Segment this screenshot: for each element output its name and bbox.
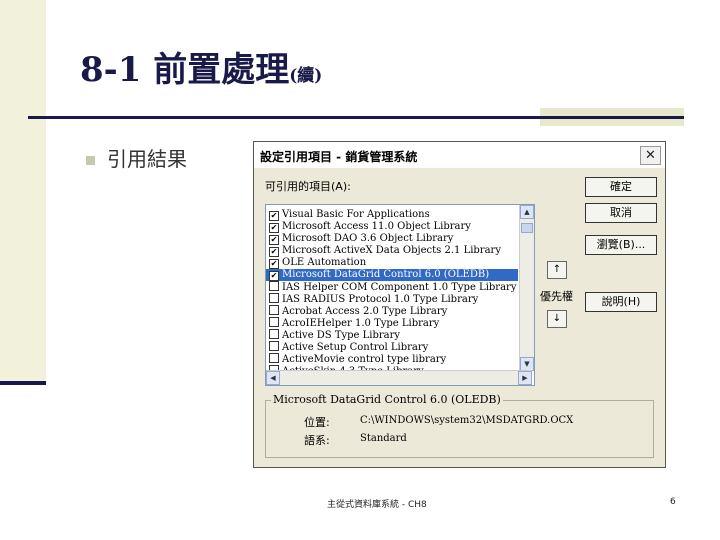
dialog-title: 設定引用項目 - 銷貨管理系統 — [260, 150, 418, 164]
slide-title-main: 8-1 前置處理 — [80, 50, 290, 90]
location-value: C:\WINDOWS\system32\MSDATGRD.OCX — [360, 415, 574, 426]
language-label: 語系: — [304, 434, 330, 447]
ok-button[interactable]: 確定 — [585, 177, 657, 197]
slide-title-suffix: (續) — [289, 66, 323, 86]
checkbox-checked-icon[interactable]: ✔ — [269, 235, 279, 245]
reference-item-label: Acrobat Access 2.0 Type Library — [282, 306, 448, 317]
browse-button[interactable]: 瀏覽(B)... — [585, 235, 657, 255]
left-decor-bar-edge — [0, 381, 46, 385]
references-listbox[interactable]: ✔ Visual Basic For Applications ✔ Microsoft… — [265, 204, 535, 386]
available-references-label: 可引用的項目(A): — [265, 180, 351, 193]
priority-label: 優先權 — [540, 290, 573, 303]
reference-item-label: Visual Basic For Applications — [282, 209, 430, 220]
reference-list-item[interactable]: ✔ Microsoft DAO 3.6 Object Library — [266, 233, 518, 245]
checkbox-checked-icon[interactable]: ✔ — [269, 247, 279, 257]
list-horizontal-scrollbar[interactable]: ◀ ▶ — [266, 370, 532, 385]
reference-list-item[interactable]: ✔ OLE Automation — [266, 257, 518, 269]
left-decor-bar — [0, 0, 46, 385]
reference-list-item[interactable]: Active DS Type Library — [266, 329, 518, 341]
dialog-title-bar: 設定引用項目 - 銷貨管理系統 ✕ — [254, 142, 665, 168]
reference-list-item[interactable]: IAS RADIUS Protocol 1.0 Type Library — [266, 293, 518, 305]
reference-details-title: Microsoft DataGrid Control 6.0 (OLEDB) — [271, 393, 503, 406]
location-label: 位置: — [304, 416, 330, 429]
checkbox-unchecked-icon[interactable] — [269, 317, 279, 327]
bullet-item: 引用結果 — [86, 143, 187, 172]
checkbox-checked-icon[interactable]: ✔ — [269, 211, 279, 221]
priority-up-button[interactable]: ↑ — [547, 261, 567, 279]
checkbox-unchecked-icon[interactable] — [269, 293, 279, 303]
language-value: Standard — [360, 433, 407, 444]
reference-list-item[interactable]: Acrobat Access 2.0 Type Library — [266, 305, 518, 317]
reference-item-label: Active DS Type Library — [282, 330, 401, 341]
priority-down-button[interactable]: ↓ — [547, 310, 567, 328]
dialog-close-button[interactable]: ✕ — [640, 146, 661, 165]
scroll-up-icon[interactable]: ▲ — [520, 205, 534, 219]
title-rule — [28, 116, 684, 119]
reference-item-label: ActiveMovie control type library — [282, 354, 447, 365]
reference-list-item[interactable]: ✔ Microsoft Access 11.0 Object Library — [266, 221, 518, 233]
slide-footer: 主從式資料庫系統 - CH8 — [327, 500, 427, 510]
bullet-text: 引用結果 — [107, 147, 187, 171]
scroll-left-icon[interactable]: ◀ — [266, 371, 280, 385]
reference-item-label: OLE Automation — [282, 257, 367, 268]
reference-list-item[interactable]: ✔ Microsoft ActiveX Data Objects 2.1 Libr… — [266, 245, 518, 257]
references-dialog: 設定引用項目 - 銷貨管理系統 ✕ 可引用的項目(A): ✔ Visual Bas… — [253, 141, 666, 468]
reference-item-label: Microsoft ActiveX Data Objects 2.1 Libra… — [282, 245, 501, 256]
checkbox-checked-icon[interactable]: ✔ — [269, 259, 279, 269]
reference-item-label: Microsoft Access 11.0 Object Library — [282, 221, 471, 232]
checkbox-unchecked-icon[interactable] — [269, 353, 279, 363]
reference-item-label: Microsoft DataGrid Control 6.0 (OLEDB) — [282, 269, 490, 280]
cancel-button[interactable]: 取消 — [585, 203, 657, 223]
checkbox-unchecked-icon[interactable] — [269, 281, 279, 291]
scroll-right-icon[interactable]: ▶ — [518, 371, 532, 385]
help-button[interactable]: 說明(H) — [585, 292, 657, 312]
scroll-down-icon[interactable]: ▼ — [520, 357, 534, 371]
scroll-thumb[interactable] — [521, 223, 533, 233]
page-number: 6 — [670, 497, 676, 507]
list-vertical-scrollbar[interactable]: ▲ ▼ — [519, 205, 534, 371]
reference-list-item[interactable]: IAS Helper COM Component 1.0 Type Librar… — [266, 281, 518, 293]
checkbox-unchecked-icon[interactable] — [269, 341, 279, 351]
reference-item-label: IAS Helper COM Component 1.0 Type Librar… — [282, 282, 517, 293]
reference-list-item[interactable]: ✔ Visual Basic For Applications — [266, 209, 518, 221]
reference-item-label: AcroIEHelper 1.0 Type Library — [282, 318, 440, 329]
checkbox-checked-icon[interactable]: ✔ — [269, 223, 279, 233]
checkbox-unchecked-icon[interactable] — [269, 305, 279, 315]
reference-list-item[interactable]: ActiveMovie control type library — [266, 353, 518, 365]
reference-item-label: IAS RADIUS Protocol 1.0 Type Library — [282, 294, 479, 305]
reference-item-label: Microsoft DAO 3.6 Object Library — [282, 233, 454, 244]
bullet-square-icon — [86, 156, 95, 165]
slide-title: 8-1 前置處理(續) — [80, 42, 322, 91]
reference-list-item[interactable]: Active Setup Control Library — [266, 341, 518, 353]
checkbox-unchecked-icon[interactable] — [269, 329, 279, 339]
reference-item-label: Active Setup Control Library — [282, 342, 429, 353]
checkbox-checked-icon[interactable]: ✔ — [269, 271, 279, 281]
reference-list-item[interactable]: ✔ Microsoft DataGrid Control 6.0 (OLEDB) — [266, 269, 518, 281]
reference-list-item[interactable]: AcroIEHelper 1.0 Type Library — [266, 317, 518, 329]
